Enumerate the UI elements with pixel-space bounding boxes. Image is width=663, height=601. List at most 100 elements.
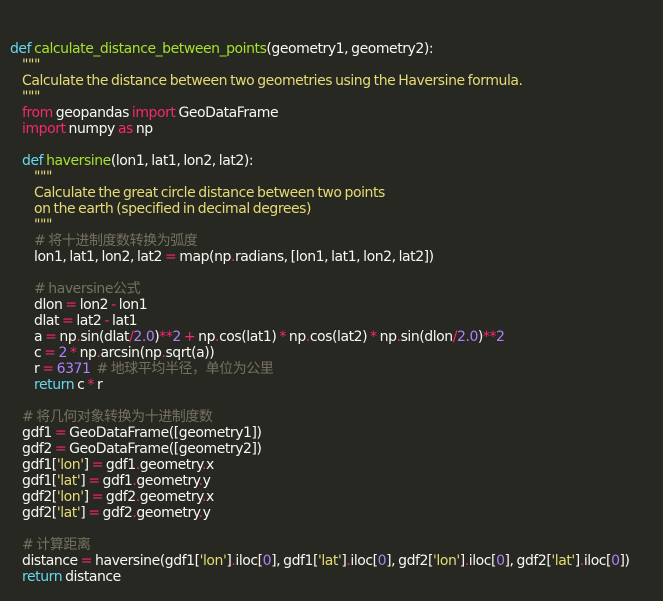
- code-text-token: np: [195, 329, 216, 345]
- operator-token: =: [165, 249, 177, 265]
- number-token: 0: [377, 553, 387, 569]
- keyword-token: def: [10, 41, 35, 57]
- code-text-token: np: [376, 329, 397, 345]
- operator-token: =: [54, 441, 67, 457]
- code-text-token: lon1: [115, 297, 148, 313]
- comment-token: # 将十进制度数转换为弧度: [34, 233, 198, 249]
- code-text-token: lon2: [76, 297, 112, 313]
- string-token: 'lat': [56, 505, 81, 521]
- function-name-token: haversine: [46, 153, 111, 169]
- code-text-token: geometry: [139, 457, 203, 473]
- code-line: Calculate the distance between two geome…: [10, 73, 663, 89]
- code-text-token: gdf2[: [10, 489, 57, 505]
- code-line: gdf2['lat'] = gdf2.geometry.y: [10, 505, 663, 521]
- code-text-token: geometry: [139, 489, 203, 505]
- string-token: Calculate the distance between two geome…: [22, 73, 523, 89]
- code-text-token: ], gdf2[: [504, 553, 552, 569]
- string-token: 'lat': [317, 553, 342, 569]
- code-line: # haversine公式: [10, 281, 663, 297]
- operator-token: =: [44, 345, 56, 361]
- code-text-token: c: [74, 377, 88, 393]
- code-text-token: ], gdf2[: [386, 553, 433, 569]
- code-line: def calculate_distance_between_points(ge…: [10, 41, 663, 57]
- code-text-token: geometry: [136, 473, 199, 489]
- code-text-token: gdf2: [99, 505, 133, 521]
- code-text-token: y: [202, 505, 211, 521]
- code-text-token: gdf1: [99, 473, 133, 489]
- function-name-token: calculate_distance_between_points: [34, 41, 267, 57]
- code-text-token: (geometry1, geometry2):: [266, 41, 434, 57]
- code-text-token: ], gdf1[: [271, 553, 318, 569]
- code-text-token: gdf2: [102, 489, 136, 505]
- operator-token: =: [91, 489, 104, 505]
- code-text-token: haversine(gdf1[: [92, 553, 200, 569]
- number-token: 2.0: [133, 329, 155, 345]
- code-line: r = 6371 # 地球平均半径，单位为公里: [10, 361, 663, 377]
- code-line: distance = haversine(gdf1['lon'].iloc[0]…: [10, 553, 663, 569]
- code-text-token: lon1, lat1, lon2, lat2: [10, 249, 166, 265]
- code-text-token: map(np: [176, 249, 231, 265]
- operator-token: +: [183, 329, 196, 345]
- code-text-token: lat2: [73, 313, 105, 329]
- import-keyword-token: import: [131, 105, 176, 121]
- code-line: dlon = lon2 - lon1: [10, 297, 663, 313]
- string-token: 'lon': [56, 489, 84, 505]
- code-text-token: gdf2: [10, 441, 55, 457]
- keyword-token: def: [22, 153, 47, 169]
- code-text-token: geometry: [136, 505, 199, 521]
- code-editor[interactable]: def calculate_distance_between_points(ge…: [0, 0, 663, 585]
- string-token: """: [34, 169, 52, 185]
- code-text-token: arcsin(np: [100, 345, 162, 361]
- code-text-token: dlon: [10, 297, 66, 313]
- import-keyword-token: import: [22, 121, 66, 137]
- string-token: 'lon': [432, 553, 460, 569]
- code-line: """: [10, 89, 663, 105]
- code-text-token: gdf1: [102, 457, 136, 473]
- code-line: gdf1['lon'] = gdf1.geometry.x: [10, 457, 663, 473]
- operator-token: **: [482, 329, 497, 345]
- code-line: import numpy as np: [10, 121, 663, 137]
- code-line: c = 2 * np.arcsin(np.sqrt(a)): [10, 345, 663, 361]
- code-text-token: iloc[: [235, 553, 263, 569]
- code-text-token: gdf2[: [10, 505, 57, 521]
- code-line: lon1, lat1, lon2, lat2 = map(np.radians,…: [10, 249, 663, 265]
- operator-token: =: [65, 297, 77, 313]
- string-token: Calculate the great circle distance betw…: [34, 185, 385, 201]
- code-line: """: [10, 169, 663, 185]
- string-token: """: [34, 217, 52, 233]
- code-text-token: np: [285, 329, 306, 345]
- code-text-token: GeoDataFrame([geometry2]): [66, 441, 262, 457]
- code-text-token: y: [202, 473, 211, 489]
- code-text-token: dlat: [10, 313, 63, 329]
- string-token: """: [22, 89, 40, 105]
- operator-token: **: [159, 329, 173, 345]
- code-text-token: ]: [83, 489, 92, 505]
- code-text-token: iloc[: [583, 553, 612, 569]
- code-text-token: sin(dlat: [80, 329, 130, 345]
- code-text-token: iloc[: [468, 553, 497, 569]
- code-text-token: np: [132, 121, 153, 137]
- number-token: 2: [496, 329, 505, 345]
- code-text-token: r: [10, 361, 43, 377]
- number-token: 2: [172, 329, 181, 345]
- code-text-token: gdf1[: [10, 457, 57, 473]
- number-token: 2.0: [456, 329, 478, 345]
- string-token: 'lon': [56, 457, 84, 473]
- keyword-token: return: [34, 377, 75, 393]
- number-token: 0: [611, 553, 620, 569]
- code-line: on the earth (specified in decimal degre…: [10, 201, 663, 217]
- string-token: """: [22, 57, 40, 73]
- import-keyword-token: from: [22, 105, 53, 121]
- code-text-token: GeoDataFrame([geometry1]): [66, 425, 262, 441]
